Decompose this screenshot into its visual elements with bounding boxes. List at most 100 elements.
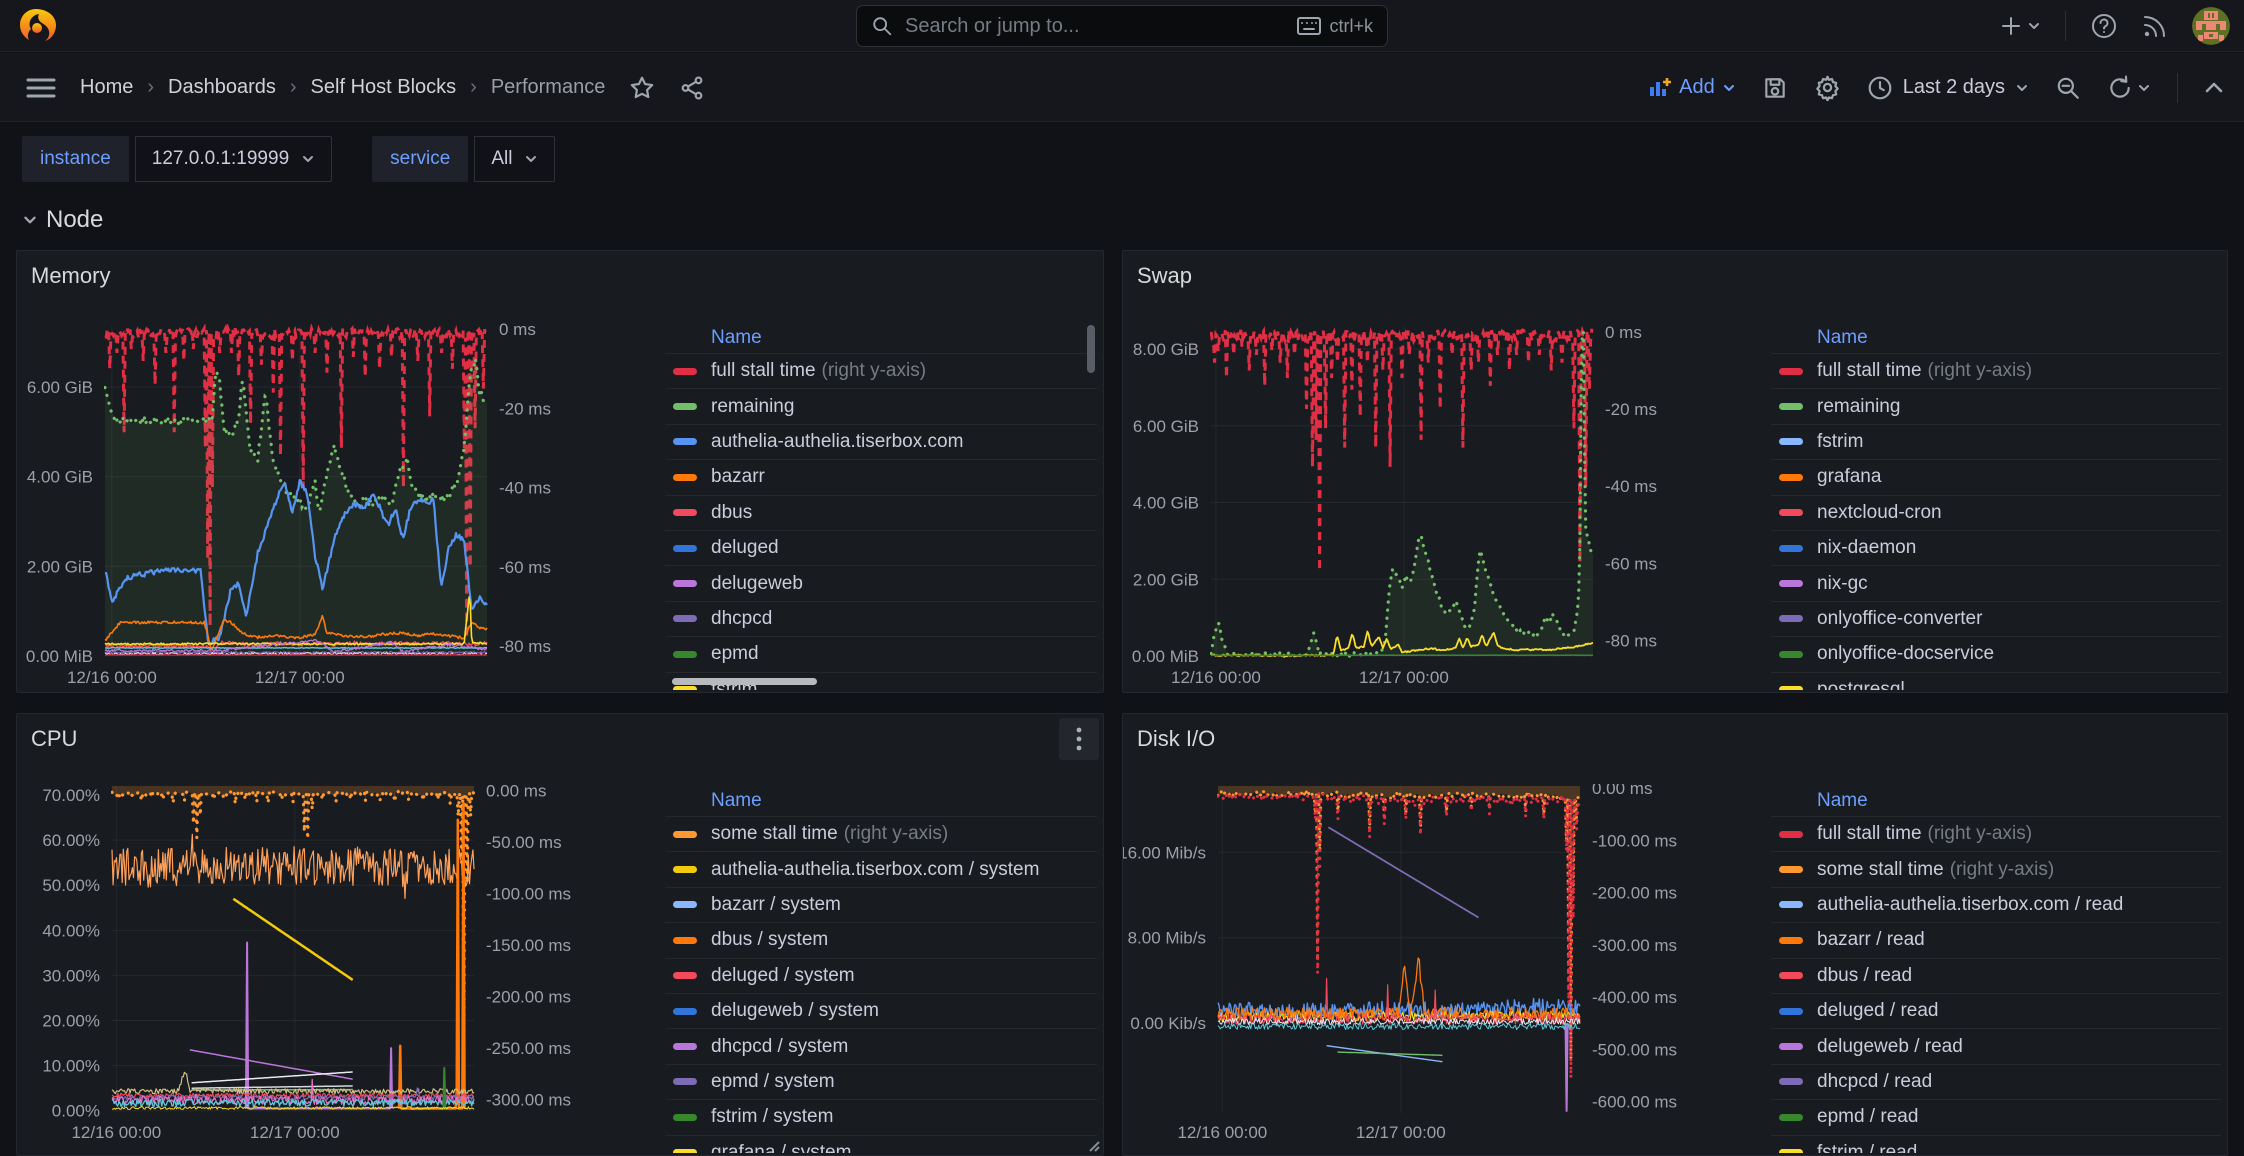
series-label: full stall time	[1817, 360, 1922, 382]
mega-menu-icon[interactable]	[26, 76, 56, 100]
legend-horizontal-scrollbar[interactable]	[672, 678, 817, 685]
panel-title[interactable]: Memory	[31, 263, 110, 289]
legend-row[interactable]: deluged	[665, 530, 1097, 565]
legend-row[interactable]: deluged / read	[1771, 993, 2221, 1028]
legend-row[interactable]: dbus	[665, 495, 1097, 530]
service-filter-select[interactable]: All	[474, 136, 555, 182]
legend-row[interactable]: bazarr / system	[665, 887, 1097, 922]
legend-row[interactable]: bazarr	[665, 459, 1097, 494]
series-label: delugeweb	[711, 573, 803, 595]
legend-row[interactable]: fstrim / system	[665, 1099, 1097, 1134]
legend-row[interactable]: epmd / system	[665, 1064, 1097, 1099]
cpu-chart[interactable]: 70.00%60.00%50.00%40.00%30.00%20.00%10.0…	[17, 784, 665, 1156]
series-color-swatch	[1779, 866, 1803, 873]
breadcrumb-dashboards[interactable]: Dashboards	[168, 76, 276, 99]
legend-row[interactable]: fstrim	[1771, 424, 2221, 459]
y-axis-tick-label: 70.00%	[42, 786, 100, 805]
time-range-picker[interactable]: Last 2 days	[1867, 75, 2029, 101]
swap-chart[interactable]: 8.00 GiB6.00 GiB4.00 GiB2.00 GiB0.00 MiB…	[1123, 321, 1771, 693]
grafana-logo-icon[interactable]	[16, 6, 56, 46]
panel-title[interactable]: CPU	[31, 726, 77, 752]
series-color-swatch	[1779, 937, 1803, 944]
legend-row[interactable]: grafana	[1771, 459, 2221, 494]
series-color-swatch	[1779, 1149, 1803, 1153]
legend-row[interactable]: some stall time(right y-axis)	[665, 816, 1097, 851]
row-node-toggle[interactable]: Node	[22, 206, 103, 234]
help-button[interactable]	[2090, 12, 2118, 40]
panel-title[interactable]: Disk I/O	[1137, 726, 1215, 752]
legend-row[interactable]: epmd	[665, 636, 1097, 671]
series-label: delugeweb / read	[1817, 1036, 1963, 1058]
save-dashboard-icon[interactable]	[1762, 75, 1788, 101]
y-axis-tick-label: 8.00 Mib/s	[1128, 929, 1206, 948]
right-y-axis-tick-label: -400.00 ms	[1592, 988, 1677, 1007]
legend-name-header[interactable]: Name	[1771, 321, 2221, 353]
disk-io-chart[interactable]: 16.00 Mib/s8.00 Mib/s0.00 Kib/s0.00 ms-1…	[1123, 784, 1771, 1156]
favorite-star-icon[interactable]	[629, 75, 655, 101]
instance-filter-select[interactable]: 127.0.0.1:19999	[135, 136, 332, 182]
series-color-swatch	[673, 1114, 697, 1121]
memory-chart[interactable]: 6.00 GiB4.00 GiB2.00 GiB0.00 MiB0 ms-20 …	[17, 321, 665, 693]
legend-row[interactable]: onlyoffice-docservice	[1771, 636, 2221, 671]
legend-row[interactable]: nix-gc	[1771, 565, 2221, 600]
legend-row[interactable]: dhcpcd / read	[1771, 1064, 2221, 1099]
legend-row[interactable]: nix-daemon	[1771, 530, 2221, 565]
legend-row[interactable]: delugeweb	[665, 565, 1097, 600]
legend-row[interactable]: delugeweb / read	[1771, 1028, 2221, 1063]
legend-row[interactable]: fstrim / read	[1771, 1135, 2221, 1153]
legend-vertical-scrollbar[interactable]	[1087, 325, 1095, 373]
breadcrumb-home[interactable]: Home	[80, 76, 133, 99]
legend-name-header[interactable]: Name	[665, 321, 1097, 353]
new-button[interactable]	[1999, 14, 2041, 38]
right-y-axis-tick-label: 0.00 ms	[1592, 784, 1652, 798]
legend-row[interactable]: grafana / system	[665, 1135, 1097, 1153]
share-icon[interactable]	[679, 75, 705, 101]
series-label: dbus / system	[711, 929, 828, 951]
legend-row[interactable]: full stall time(right y-axis)	[665, 353, 1097, 388]
breadcrumb-self-host-blocks[interactable]: Self Host Blocks	[311, 76, 457, 99]
legend-row[interactable]: onlyoffice-converter	[1771, 601, 2221, 636]
series-color-swatch	[1779, 509, 1803, 516]
add-panel-icon	[1648, 76, 1672, 100]
dashboard-settings-gear-icon[interactable]	[1814, 74, 1841, 101]
panel-menu-button[interactable]	[1059, 718, 1099, 760]
legend-row[interactable]: epmd / read	[1771, 1099, 2221, 1134]
legend-row[interactable]: authelia-authelia.tiserbox.com	[665, 424, 1097, 459]
y-axis-tick-label: 6.00 GiB	[1133, 417, 1199, 436]
right-y-axis-tick-label: -50.00 ms	[486, 833, 562, 852]
series-color-swatch	[1779, 831, 1803, 838]
right-y-axis-tick-label: -20 ms	[1605, 400, 1657, 419]
legend-row[interactable]: dbus / read	[1771, 958, 2221, 993]
x-axis-tick-label: 12/16 00:00	[1171, 668, 1261, 687]
refresh-button[interactable]	[2107, 75, 2151, 101]
legend-row[interactable]: authelia-authelia.tiserbox.com / system	[665, 851, 1097, 886]
panel-title[interactable]: Swap	[1137, 263, 1192, 289]
legend-row[interactable]: some stall time(right y-axis)	[1771, 851, 2221, 886]
search-placeholder: Search or jump to...	[905, 15, 1285, 38]
legend-row[interactable]: dbus / system	[665, 922, 1097, 957]
legend-row[interactable]: remaining	[665, 388, 1097, 423]
legend-row[interactable]: delugeweb / system	[665, 993, 1097, 1028]
user-avatar[interactable]	[2192, 7, 2230, 45]
add-button[interactable]: Add	[1648, 76, 1736, 100]
panel-resize-handle[interactable]	[1086, 1138, 1100, 1152]
series-color-swatch	[673, 686, 697, 690]
legend-row[interactable]: full stall time(right y-axis)	[1771, 816, 2221, 851]
legend-row[interactable]: full stall time(right y-axis)	[1771, 353, 2221, 388]
search-input[interactable]: Search or jump to... ctrl+k	[856, 5, 1388, 47]
legend-name-header[interactable]: Name	[665, 784, 1097, 816]
legend-row[interactable]: remaining	[1771, 388, 2221, 423]
series-label: onlyoffice-converter	[1817, 608, 1982, 630]
legend-row[interactable]: deluged / system	[665, 958, 1097, 993]
zoom-out-icon[interactable]	[2055, 75, 2081, 101]
legend-row[interactable]: nextcloud-cron	[1771, 495, 2221, 530]
collapse-toolbar-icon[interactable]	[2204, 81, 2224, 95]
news-button[interactable]	[2142, 13, 2168, 39]
legend-row[interactable]: authelia-authelia.tiserbox.com / read	[1771, 887, 2221, 922]
right-y-axis-tick-label: -300.00 ms	[1592, 936, 1677, 955]
legend-row[interactable]: postgresql	[1771, 672, 2221, 690]
legend-row[interactable]: dhcpcd	[665, 601, 1097, 636]
legend-name-header[interactable]: Name	[1771, 784, 2221, 816]
legend-row[interactable]: bazarr / read	[1771, 922, 2221, 957]
legend-row[interactable]: dhcpcd / system	[665, 1028, 1097, 1063]
